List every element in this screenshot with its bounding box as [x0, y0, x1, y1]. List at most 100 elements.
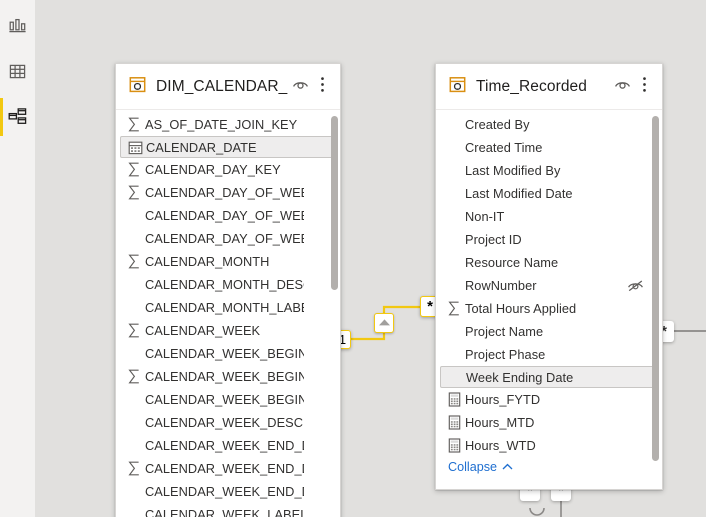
relationship-line-bottom-left	[529, 507, 545, 516]
field-tail-spacer	[304, 393, 322, 407]
field-row[interactable]: Project Phase	[436, 343, 662, 366]
field-row[interactable]: CALENDAR_MONTH_DESC	[116, 273, 340, 296]
collapse-label: Collapse	[448, 460, 498, 474]
field-row[interactable]: Resource Name	[436, 251, 662, 274]
measure-icon	[444, 415, 465, 431]
more-vertical-icon	[642, 76, 647, 98]
field-no-icon	[124, 484, 145, 500]
field-row[interactable]: Created By	[436, 113, 662, 136]
field-label: CALENDAR_WEEK_BEGIN_DAY_...	[145, 392, 304, 407]
field-row[interactable]: CALENDAR_WEEK_BEGIN_DAY_...	[116, 365, 340, 388]
field-row[interactable]: Non-IT	[436, 205, 662, 228]
field-row[interactable]: Last Modified Date	[436, 182, 662, 205]
chevron-up-icon	[502, 463, 513, 471]
field-tail-spacer	[297, 140, 315, 154]
view-switcher-rail	[0, 0, 35, 517]
field-row[interactable]: CALENDAR_WEEK_DESC	[116, 411, 340, 434]
field-row[interactable]: CALENDAR_DAY_OF_WEEK	[116, 181, 340, 204]
field-row[interactable]: RowNumber	[436, 274, 662, 297]
field-no-icon	[444, 140, 465, 156]
sigma-icon	[124, 254, 145, 270]
field-row[interactable]: Last Modified By	[436, 159, 662, 182]
table-card-icon	[128, 75, 147, 99]
field-row[interactable]: Hours_FYTD	[436, 388, 662, 411]
sigma-icon	[124, 369, 145, 385]
table-context-menu-button[interactable]	[312, 76, 332, 98]
field-row[interactable]: AS_OF_DATE_JOIN_KEY	[116, 113, 340, 136]
field-label: Project Name	[465, 324, 544, 339]
field-row[interactable]: CALENDAR_MONTH_LABEL	[116, 296, 340, 319]
cardinality-many-label: *	[427, 298, 433, 315]
table-header[interactable]: DIM_CALENDAR_CUR...	[116, 64, 340, 110]
field-tail-spacer	[304, 416, 322, 430]
field-row[interactable]: CALENDAR_WEEK_END_DAY_D...	[116, 434, 340, 457]
sigma-icon	[124, 185, 145, 201]
field-tail-spacer	[626, 416, 644, 430]
field-row[interactable]: CALENDAR_WEEK_BEGIN_DAY_...	[116, 342, 340, 365]
table-field-list[interactable]: AS_OF_DATE_JOIN_KEY CALENDAR_DATE CALENDAR…	[116, 110, 340, 517]
sidebar-item-data-view[interactable]	[0, 50, 35, 92]
field-label: Created By	[465, 117, 530, 132]
cross-filter-direction-badge[interactable]	[374, 313, 394, 333]
field-no-icon	[124, 438, 145, 454]
field-no-icon	[124, 415, 145, 431]
field-tail-spacer	[304, 347, 322, 361]
table-card-dim-calendar[interactable]: DIM_CALENDAR_CUR...	[115, 63, 341, 517]
field-row[interactable]: Total Hours Applied	[436, 297, 662, 320]
field-label: Created Time	[465, 140, 543, 155]
field-row[interactable]: CALENDAR_MONTH	[116, 250, 340, 273]
field-row[interactable]: CALENDAR_DAY_OF_WEEK_DESC	[116, 204, 340, 227]
table-field-list[interactable]: Created By Created Time Last Modified By La…	[436, 110, 662, 455]
sigma-icon	[124, 323, 145, 339]
field-row[interactable]: CALENDAR_WEEK_END_DAY_L...	[116, 480, 340, 503]
field-tail-spacer	[626, 187, 644, 201]
table-header[interactable]: Time_Recorded	[436, 64, 662, 110]
field-tail-spacer	[626, 233, 644, 247]
field-tail-spacer	[304, 163, 322, 177]
field-row-selected[interactable]: Week Ending Date	[440, 366, 656, 388]
measure-icon	[444, 392, 465, 408]
field-row[interactable]: Hours_WTD	[436, 434, 662, 455]
field-row[interactable]: CALENDAR_WEEK_BEGIN_DAY_...	[116, 388, 340, 411]
field-label: CALENDAR_WEEK_END_DAY_D...	[145, 438, 304, 453]
field-tail-spacer	[626, 141, 644, 155]
table-scrollbar-thumb[interactable]	[652, 116, 659, 461]
field-tail-spacer	[626, 325, 644, 339]
collapse-table-button[interactable]: Collapse	[436, 455, 662, 479]
sigma-icon	[124, 117, 145, 133]
field-tail-spacer	[626, 210, 644, 224]
field-tail-spacer	[304, 324, 322, 338]
sidebar-item-model-view[interactable]	[0, 96, 35, 138]
table-hide-toggle[interactable]	[612, 76, 632, 98]
field-label: Last Modified By	[465, 163, 561, 178]
field-label: CALENDAR_MONTH_LABEL	[145, 300, 304, 315]
field-row[interactable]: CALENDAR_DAY_OF_WEEK_LA...	[116, 227, 340, 250]
field-row[interactable]: Project Name	[436, 320, 662, 343]
field-row-selected[interactable]: CALENDAR_DATE	[120, 136, 334, 158]
field-row[interactable]: Project ID	[436, 228, 662, 251]
table-scrollbar-thumb[interactable]	[331, 116, 338, 290]
field-tail-spacer	[304, 186, 322, 200]
sidebar-item-report-view[interactable]	[0, 4, 35, 46]
field-tail-spacer	[304, 232, 322, 246]
field-row[interactable]: CALENDAR_WEEK_END_DAY_KEY	[116, 457, 340, 480]
field-tail-spacer	[626, 439, 644, 453]
field-row[interactable]: Created Time	[436, 136, 662, 159]
field-no-icon	[124, 300, 145, 316]
field-label: CALENDAR_WEEK	[145, 323, 261, 338]
calendar-icon	[125, 139, 146, 155]
field-row[interactable]: CALENDAR_DAY_KEY	[116, 158, 340, 181]
sigma-icon	[444, 301, 465, 317]
field-label: CALENDAR_WEEK_BEGIN_DAY_...	[145, 369, 304, 384]
table-context-menu-button[interactable]	[634, 76, 654, 98]
eye-slash-hidden-icon	[626, 279, 644, 293]
field-row[interactable]: Hours_MTD	[436, 411, 662, 434]
power-bi-model-view: 1 * * * * DIM_CALENDAR_ AS_OF_DATE_JOIN_…	[0, 0, 706, 517]
model-canvas[interactable]: 1 * * * * DIM_CALENDAR_ AS_OF_DATE_JOIN_…	[35, 0, 706, 517]
table-hide-toggle[interactable]	[290, 76, 310, 98]
field-row[interactable]: CALENDAR_WEEK	[116, 319, 340, 342]
field-no-icon	[444, 163, 465, 179]
field-row[interactable]: CALENDAR_WEEK_LABEL	[116, 503, 340, 517]
table-card-time-recorded[interactable]: Time_Recorded Created By Created Time La…	[435, 63, 663, 490]
field-label: CALENDAR_DAY_OF_WEEK_DESC	[145, 208, 304, 223]
